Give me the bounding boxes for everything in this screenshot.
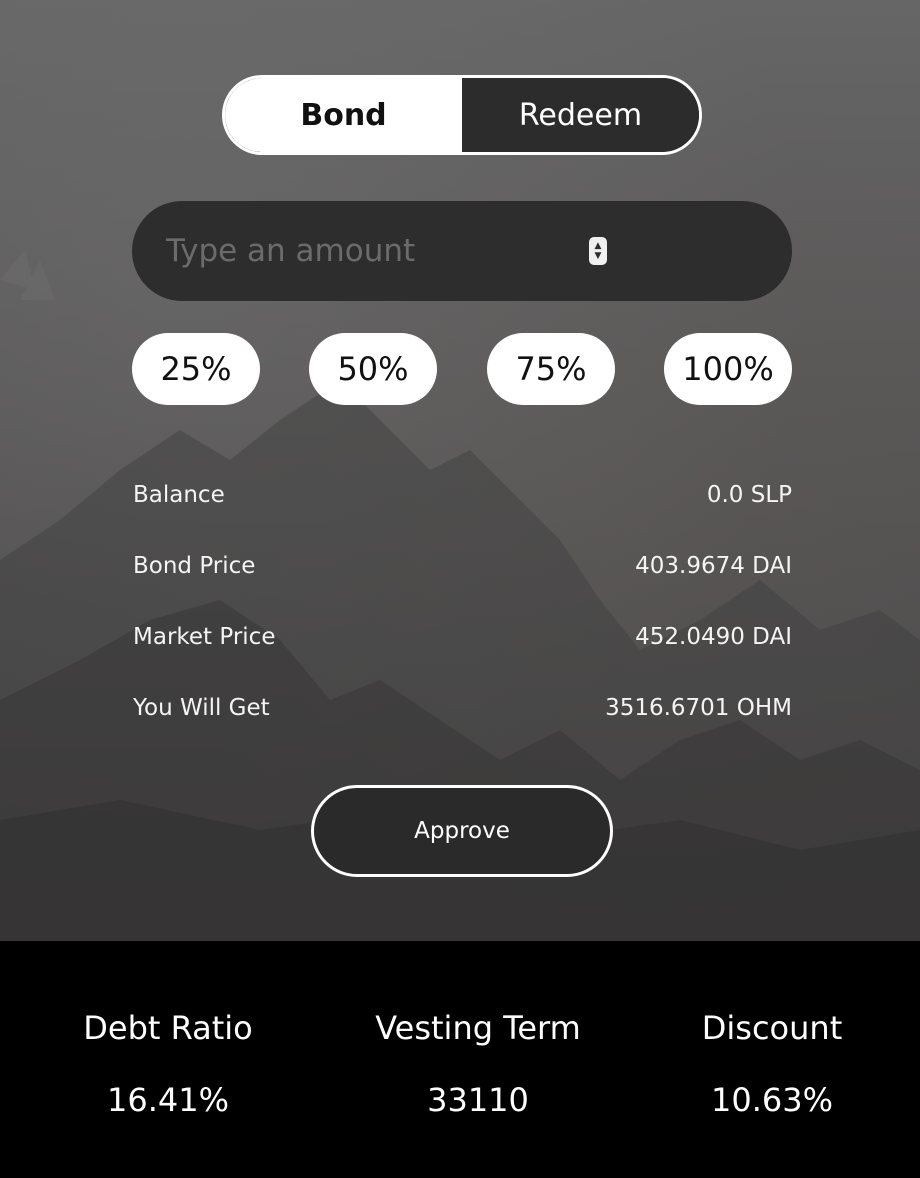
chevron-up-icon[interactable]: ▲ <box>595 241 602 251</box>
info-value: 403.9674 DAI <box>635 553 792 579</box>
tab-redeem[interactable]: Redeem <box>462 78 699 152</box>
stat-label: Discount <box>701 1009 843 1047</box>
info-label: Bond Price <box>133 553 256 579</box>
amount-field: ▲ ▼ <box>132 201 792 301</box>
amount-input[interactable] <box>166 201 606 301</box>
info-value: 0.0 SLP <box>706 482 792 508</box>
stat-value: 33110 <box>427 1081 529 1119</box>
info-label: Balance <box>133 482 225 508</box>
percent-button-50[interactable]: 50% <box>309 333 437 405</box>
stat-value: 10.63% <box>710 1081 833 1119</box>
percent-button-25[interactable]: 25% <box>132 333 260 405</box>
stepper-icon[interactable]: ▲ ▼ <box>589 237 607 265</box>
bond-stats: Debt Ratio 16.41% Vesting Term 33110 Dis… <box>0 941 920 1178</box>
tab-bond[interactable]: Bond <box>225 78 462 152</box>
info-value: 3516.6701 OHM <box>605 695 792 721</box>
hero-panel: Bond Redeem ▲ ▼ 25% 50% 75% 100% Balance… <box>0 0 920 941</box>
percent-button-100[interactable]: 100% <box>664 333 792 405</box>
info-row-you-will-get: You Will Get 3516.6701 OHM <box>133 688 792 728</box>
info-row-balance: Balance 0.0 SLP <box>133 475 792 515</box>
stat-label: Debt Ratio <box>83 1009 253 1047</box>
stat-value: 16.41% <box>106 1081 229 1119</box>
info-value: 452.0490 DAI <box>635 624 792 650</box>
approve-button[interactable]: Approve <box>311 785 613 877</box>
info-row-bond-price: Bond Price 403.9674 DAI <box>133 546 792 586</box>
info-label: Market Price <box>133 624 276 650</box>
bond-redeem-toggle: Bond Redeem <box>222 75 702 155</box>
chevron-down-icon[interactable]: ▼ <box>595 251 602 261</box>
percent-button-75[interactable]: 75% <box>487 333 615 405</box>
info-row-market-price: Market Price 452.0490 DAI <box>133 617 792 657</box>
bond-page: Bond Redeem ▲ ▼ 25% 50% 75% 100% Balance… <box>0 0 920 1178</box>
info-label: You Will Get <box>133 695 270 721</box>
stat-label: Vesting Term <box>375 1009 581 1047</box>
